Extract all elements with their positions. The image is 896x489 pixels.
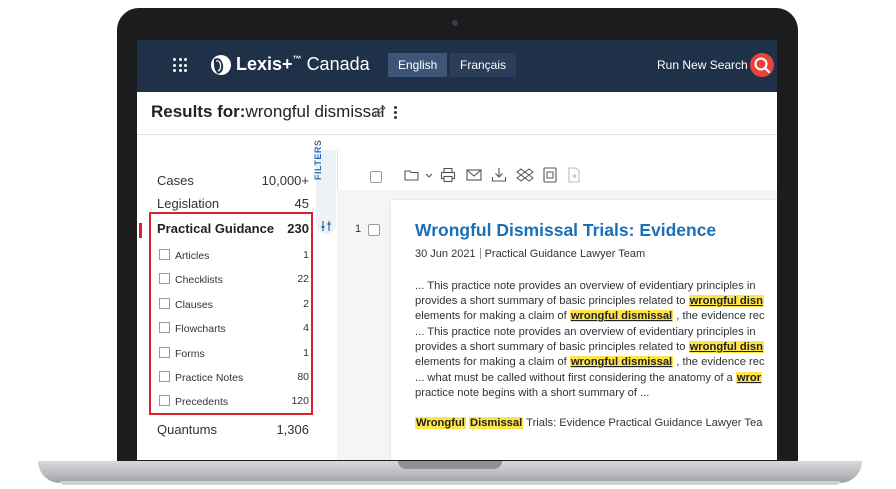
search-icon bbox=[754, 57, 771, 74]
facet-cases[interactable]: Cases 10,000+ bbox=[157, 173, 309, 188]
highlight-box bbox=[149, 212, 313, 415]
result-meta: 30 Jun 2021 Practical Guidance Lawyer Tea… bbox=[415, 248, 645, 260]
selected-indicator bbox=[139, 223, 142, 238]
snippet-line: practice note begins with a short summar… bbox=[415, 387, 650, 399]
top-navigation-bar: Lexis+™ Canada English Français Run New … bbox=[137, 40, 777, 92]
run-new-search-link[interactable]: Run New Search bbox=[657, 58, 748, 72]
apps-grid-icon[interactable] bbox=[173, 58, 187, 72]
facet-legislation[interactable]: Legislation 45 bbox=[157, 196, 309, 211]
email-icon[interactable] bbox=[465, 166, 483, 184]
filter-sliders-icon[interactable] bbox=[320, 220, 332, 232]
select-all-checkbox[interactable] bbox=[370, 171, 382, 183]
results-heading: Results for:wrongful dismissal bbox=[151, 102, 385, 121]
result-checkbox[interactable] bbox=[368, 224, 380, 236]
result-date: 30 Jun 2021 bbox=[415, 248, 476, 260]
snippet-line: Wrongful Dismissal Trials: Evidence Prac… bbox=[415, 417, 763, 429]
edit-pencil-icon[interactable] bbox=[373, 104, 387, 118]
more-options-icon[interactable] bbox=[394, 106, 398, 120]
dropbox-icon[interactable] bbox=[516, 166, 534, 184]
result-number: 1 bbox=[355, 223, 362, 235]
snippet-line: elements for making a claim of wrongful … bbox=[415, 356, 765, 368]
language-french-button[interactable]: Français bbox=[450, 53, 517, 77]
result-source: Practical Guidance Lawyer Team bbox=[484, 248, 646, 260]
download-icon[interactable] bbox=[490, 166, 508, 184]
add-to-folder-icon bbox=[565, 166, 583, 184]
snippet-line: provides a short summary of basic princi… bbox=[415, 341, 764, 353]
lexis-logo-icon bbox=[211, 55, 231, 75]
search-button[interactable] bbox=[750, 53, 774, 77]
snippet-line: provides a short summary of basic princi… bbox=[415, 295, 764, 307]
laptop-notch bbox=[398, 461, 502, 469]
document-icon[interactable] bbox=[541, 166, 559, 184]
screen: Lexis+™ Canada English Français Run New … bbox=[137, 40, 777, 460]
facet-quantums[interactable]: Quantums 1,306 bbox=[157, 422, 309, 437]
snippet-line: ... This practice note provides an overv… bbox=[415, 280, 756, 292]
brand-name[interactable]: Lexis+™ Canada bbox=[236, 54, 370, 75]
filters-tab-label[interactable]: FILTERS bbox=[313, 140, 323, 180]
chevron-down-icon[interactable] bbox=[420, 166, 433, 184]
folder-icon[interactable] bbox=[403, 166, 421, 184]
header-divider bbox=[137, 134, 777, 135]
print-icon[interactable] bbox=[439, 166, 457, 184]
snippet-line: elements for making a claim of wrongful … bbox=[415, 310, 765, 322]
laptop-shadow bbox=[60, 481, 840, 485]
snippet-line: ... what must be called without first co… bbox=[415, 372, 763, 384]
snippet-line: ... This practice note provides an overv… bbox=[415, 326, 756, 338]
camera-dot bbox=[452, 20, 458, 26]
language-english-button[interactable]: English bbox=[388, 53, 448, 77]
result-title-link[interactable]: Wrongful Dismissal Trials: Evidence bbox=[415, 220, 716, 241]
